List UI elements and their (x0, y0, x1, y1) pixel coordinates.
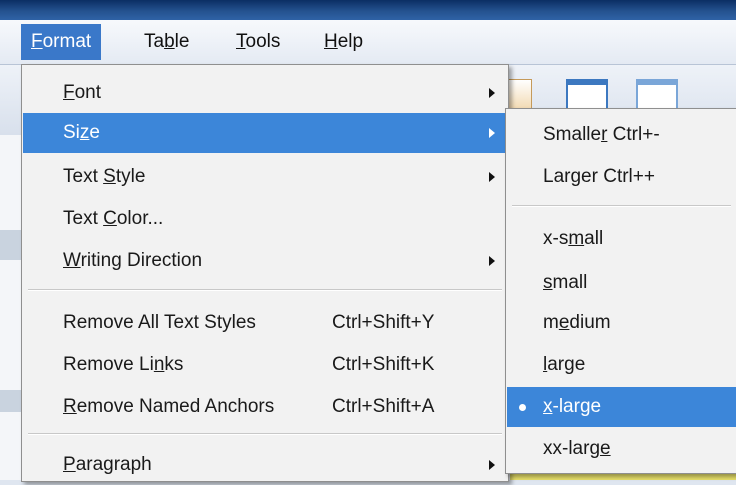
menu-item-remove-all-text-styles[interactable]: Remove All Text Styles Ctrl+Shift+Y (23, 303, 507, 343)
shortcut-label: Ctrl+Shift+Y (332, 312, 435, 333)
size-submenu: Smaller Ctrl+- Larger Ctrl++ x-small sma… (505, 108, 736, 474)
menu-item-smaller[interactable]: Smaller Ctrl+- (507, 115, 736, 155)
menu-item-x-large[interactable]: x-large (507, 387, 736, 427)
menu-bar: Format Table Tools Help (0, 20, 736, 65)
shortcut-label: Ctrl+Shift+K (332, 354, 435, 375)
format-menu: Font Size Text Style Text Color... Writi… (21, 64, 509, 482)
menu-tools[interactable]: Tools (226, 24, 290, 60)
menu-item-text-style[interactable]: Text Style (23, 157, 507, 197)
submenu-arrow-icon (489, 460, 495, 470)
submenu-arrow-icon (489, 256, 495, 266)
menu-item-font[interactable]: Font (23, 73, 507, 113)
menu-item-small[interactable]: small (507, 263, 736, 303)
menu-item-remove-links[interactable]: Remove Links Ctrl+Shift+K (23, 345, 507, 385)
window-title-bar (0, 0, 736, 20)
selected-bullet-icon (519, 404, 526, 411)
menu-separator (512, 205, 731, 207)
menu-item-remove-named-anchors[interactable]: Remove Named Anchors Ctrl+Shift+A (23, 387, 507, 427)
menu-item-size[interactable]: Size (23, 113, 507, 153)
menu-item-medium[interactable]: medium (507, 303, 736, 343)
submenu-arrow-icon (489, 172, 495, 182)
shortcut-label: Ctrl+Shift+A (332, 396, 435, 417)
submenu-arrow-icon (489, 128, 495, 138)
menu-item-paragraph[interactable]: Paragraph (23, 445, 507, 485)
submenu-arrow-icon (489, 88, 495, 98)
menu-item-xx-large[interactable]: xx-large (507, 429, 736, 469)
menu-item-large[interactable]: large (507, 345, 736, 385)
menu-item-x-small[interactable]: x-small (507, 219, 736, 259)
menu-item-larger[interactable]: Larger Ctrl++ (507, 157, 736, 197)
menu-item-writing-direction[interactable]: Writing Direction (23, 241, 507, 281)
document-icon[interactable] (508, 79, 532, 111)
menu-separator (28, 289, 502, 291)
menu-table[interactable]: Table (134, 24, 199, 60)
menu-help[interactable]: Help (314, 24, 373, 60)
menu-format[interactable]: Format (21, 24, 102, 60)
menu-item-text-color[interactable]: Text Color... (23, 199, 507, 239)
menu-separator (28, 433, 502, 435)
